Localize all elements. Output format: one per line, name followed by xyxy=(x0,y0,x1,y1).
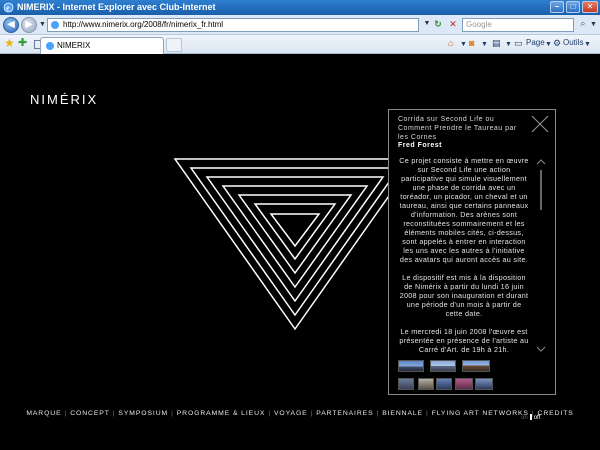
minimize-button[interactable]: – xyxy=(550,1,564,13)
close-icon[interactable] xyxy=(529,113,551,135)
print-dropdown[interactable]: ▼ xyxy=(505,41,512,48)
new-tab-button[interactable] xyxy=(166,38,182,52)
triangle-artwork[interactable] xyxy=(170,153,420,333)
home-dropdown[interactable]: ▼ xyxy=(460,41,467,48)
thumbnail[interactable] xyxy=(430,360,456,372)
nav-separator: | xyxy=(64,410,68,417)
recent-pages-dropdown[interactable]: ▼ xyxy=(39,21,46,28)
print-icon[interactable]: ▤ xyxy=(492,38,501,49)
window-title: NIMERIX - Internet Explorer avec Club-In… xyxy=(17,2,216,12)
search-dropdown[interactable]: ▼ xyxy=(590,21,597,28)
tab-toolbar: ★ ✚ NIMERIX ⌂ ▼ ◙ ▼ ▤ ▼ ▭ Page ▼ ⚙ Outil… xyxy=(0,35,600,54)
tab-nimerix[interactable]: NIMERIX xyxy=(40,37,164,54)
search-placeholder: Google xyxy=(466,20,492,29)
scroll-up-icon[interactable] xyxy=(536,158,546,166)
nav-flying-art-networks[interactable]: FLYING ART NETWORKS xyxy=(432,410,529,417)
nav-partenaires[interactable]: PARTENAIRES xyxy=(316,410,373,417)
tools-menu[interactable]: Outils xyxy=(563,38,583,47)
search-input[interactable]: Google xyxy=(462,18,574,32)
title-bar: e NIMERIX - Internet Explorer avec Club-… xyxy=(0,0,600,15)
refresh-icon[interactable]: ↻ xyxy=(431,17,445,32)
tools-icon[interactable]: ⚙ xyxy=(553,38,561,49)
sound-toggle: on off xyxy=(521,414,540,421)
nav-separator: | xyxy=(310,410,314,417)
feeds-icon[interactable]: ◙ xyxy=(469,38,474,48)
page-icon[interactable]: ▭ xyxy=(514,38,523,49)
address-toolbar: ◀ ▶ ▼ http://www.nimerix.org/2008/fr/nim… xyxy=(0,15,600,35)
url-field[interactable]: http://www.nimerix.org/2008/fr/nimerix_f… xyxy=(63,20,223,29)
page-dropdown[interactable]: ▼ xyxy=(545,41,552,48)
nav-marque[interactable]: MARQUE xyxy=(26,410,61,417)
svg-text:e: e xyxy=(6,4,10,13)
internet-explorer-icon: e xyxy=(3,2,14,13)
panel-title: Corrida sur Second Life ou Comment Prend… xyxy=(398,116,517,141)
nav-separator: | xyxy=(376,410,380,417)
scroll-down-icon[interactable] xyxy=(536,345,546,353)
forward-arrow-icon[interactable]: ▶ xyxy=(21,17,37,33)
info-panel: Corrida sur Second Life ou Comment Prend… xyxy=(388,109,556,395)
thumbnail[interactable] xyxy=(455,378,473,390)
page-menu[interactable]: Page xyxy=(526,38,545,47)
home-icon[interactable]: ⌂ xyxy=(448,38,453,48)
panel-author: Fred Forest xyxy=(398,142,443,149)
feeds-dropdown[interactable]: ▼ xyxy=(481,41,488,48)
favorites-star-icon[interactable]: ★ xyxy=(4,36,15,50)
sound-on-button[interactable]: on xyxy=(521,415,528,421)
add-favorites-icon[interactable]: ✚ xyxy=(18,36,27,49)
page-favicon-icon xyxy=(46,42,54,50)
page-favicon-icon xyxy=(51,21,59,29)
nav-separator: | xyxy=(426,410,429,417)
site-logo[interactable]: NIMÉRIX xyxy=(30,92,98,107)
scrollbar-thumb[interactable] xyxy=(540,170,542,210)
nav-separator: | xyxy=(268,410,271,417)
thumbnail[interactable] xyxy=(462,360,490,372)
nav-voyage[interactable]: VOYAGE xyxy=(274,410,308,417)
tab-label: NIMERIX xyxy=(57,41,91,50)
sound-toggle-handle[interactable] xyxy=(529,414,532,420)
thumbnail[interactable] xyxy=(475,378,493,390)
site-navigation: MARQUE | CONCEPT | SYMPOSIUM | PROGRAMME & LIE… xyxy=(0,402,600,420)
nav-credits[interactable]: CREDITS xyxy=(538,410,574,417)
nav-biennale[interactable]: BIENNALE xyxy=(382,410,423,417)
tools-dropdown[interactable]: ▼ xyxy=(584,41,591,48)
back-arrow-icon[interactable]: ◀ xyxy=(3,17,19,33)
nav-separator: | xyxy=(112,410,116,417)
nav-symposium[interactable]: SYMPOSIUM xyxy=(118,410,168,417)
thumbnail[interactable] xyxy=(418,378,434,390)
maximize-button[interactable]: □ xyxy=(566,1,580,13)
paragraph: Le mercredi 18 juin 2008 l'œuvre est pré… xyxy=(399,327,529,352)
thumbnail[interactable] xyxy=(398,360,424,372)
nav-concept[interactable]: CONCEPT xyxy=(70,410,110,417)
nav-separator: | xyxy=(171,410,174,417)
paragraph: Ce projet consiste à mettre en œuvre sur… xyxy=(399,156,529,264)
paragraph: Le dispositif est mis à la disposition d… xyxy=(399,273,529,318)
stop-icon[interactable]: ✕ xyxy=(446,17,460,32)
search-icon[interactable]: ⌕ xyxy=(577,18,589,32)
browser-window: e NIMERIX - Internet Explorer avec Club-… xyxy=(0,0,600,450)
nav-programme-lieux[interactable]: PROGRAMME & LIEUX xyxy=(177,410,266,417)
panel-description: Ce projet consiste à mettre en œuvre sur… xyxy=(398,156,530,352)
thumbnail[interactable] xyxy=(398,378,414,390)
address-bar[interactable]: http://www.nimerix.org/2008/fr/nimerix_f… xyxy=(47,18,419,32)
sound-off-button[interactable]: off xyxy=(534,415,541,421)
page-content: NIMÉRIX Corrida sur Second Life ou Comme… xyxy=(0,55,600,450)
thumbnail[interactable] xyxy=(436,378,452,390)
close-button[interactable]: ✕ xyxy=(582,1,598,13)
